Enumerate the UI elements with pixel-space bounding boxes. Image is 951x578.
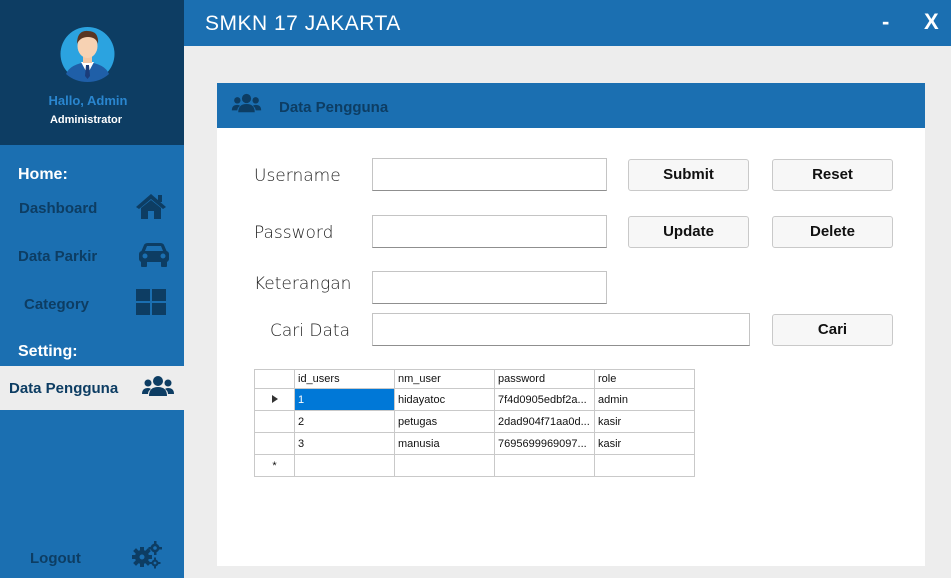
sidebar-item-category[interactable]: Category (0, 282, 184, 326)
table-cell[interactable]: kasir (594, 432, 695, 455)
close-button[interactable]: X (924, 9, 939, 35)
table-cell[interactable]: kasir (594, 410, 695, 433)
sidebar-item-data-pengguna[interactable]: Data Pengguna (0, 366, 184, 410)
table-cell[interactable] (494, 454, 595, 477)
profile-greeting: Hallo, Admin (48, 93, 128, 108)
table-row[interactable]: 2 petugas 2dad904f71aa0d... kasir (254, 410, 695, 433)
users-icon (231, 93, 262, 113)
table-cell[interactable]: hidayatoc (394, 388, 495, 411)
sidebar-item-logout[interactable]: Logout (0, 536, 184, 578)
setting-section-label: Setting: (18, 343, 78, 360)
table-cell[interactable] (594, 454, 695, 477)
table-new-row[interactable]: * (254, 454, 695, 477)
column-header[interactable]: id_users (294, 369, 395, 389)
table-cell[interactable]: 2 (294, 410, 395, 433)
keterangan-label: Keterangan (254, 274, 352, 294)
sidebar-item-label: Dashboard (19, 200, 98, 217)
panel-header: Data Pengguna (217, 83, 925, 128)
sidebar-item-label: Data Parkir (18, 248, 98, 265)
table-cell[interactable]: admin (594, 388, 695, 411)
app-title: SMKN 17 JAKARTA (205, 12, 401, 35)
table-header-row: id_users nm_user password role (254, 369, 695, 389)
sidebar: Hallo, Admin Administrator Home: Dashboa… (0, 0, 184, 578)
table-cell[interactable]: 7f4d0905edbf2a... (494, 388, 595, 411)
title-bar: SMKN 17 JAKARTA - X (184, 0, 951, 46)
row-selector[interactable] (254, 388, 295, 411)
table-cell[interactable]: petugas (394, 410, 495, 433)
column-header[interactable]: password (494, 369, 595, 389)
table-cell[interactable]: 3 (294, 432, 395, 455)
new-row-marker: * (254, 454, 295, 477)
gears-icon (132, 541, 162, 569)
submit-button[interactable]: Submit (628, 159, 749, 191)
password-label: Password (254, 223, 334, 243)
table-row[interactable]: 1 hidayatoc 7f4d0905edbf2a... admin (254, 388, 695, 411)
keterangan-field[interactable] (372, 271, 607, 304)
update-button[interactable]: Update (628, 216, 749, 248)
users-table[interactable]: id_users nm_user password role 1 hidayat… (254, 369, 695, 477)
row-header-corner (254, 369, 295, 389)
main-panel: Data Pengguna Username Password Keterang… (217, 83, 925, 566)
profile-role: Administrator (49, 114, 123, 126)
panel-title: Data Pengguna (279, 99, 389, 116)
search-button[interactable]: Cari (772, 314, 893, 346)
password-field[interactable] (372, 215, 607, 248)
avatar (60, 27, 115, 82)
table-cell[interactable]: 2dad904f71aa0d... (494, 410, 595, 433)
row-selector[interactable] (254, 410, 295, 433)
grid-icon (136, 289, 166, 315)
minimize-button[interactable]: - (882, 9, 889, 35)
username-label: Username (254, 166, 341, 186)
reset-button[interactable]: Reset (772, 159, 893, 191)
table-cell[interactable]: 7695699969097... (494, 432, 595, 455)
table-cell[interactable]: 1 (294, 388, 395, 411)
row-selector[interactable] (254, 432, 295, 455)
table-cell[interactable] (394, 454, 495, 477)
home-icon (136, 194, 166, 219)
home-section-label: Home: (18, 166, 68, 183)
sidebar-item-label: Logout (30, 550, 81, 567)
sidebar-item-dashboard[interactable]: Dashboard (0, 186, 184, 230)
sidebar-item-label: Data Pengguna (9, 380, 119, 397)
username-field[interactable] (372, 158, 607, 191)
users-icon (142, 376, 174, 396)
delete-button[interactable]: Delete (772, 216, 893, 248)
current-row-arrow-icon (271, 394, 278, 403)
search-input[interactable] (372, 313, 750, 346)
cari-data-label: Cari Data (270, 321, 350, 341)
table-cell[interactable] (294, 454, 395, 477)
table-cell[interactable]: manusia (394, 432, 495, 455)
column-header[interactable]: role (594, 369, 695, 389)
sidebar-item-data-parkir[interactable]: Data Parkir (0, 234, 184, 278)
sidebar-item-label: Category (24, 296, 90, 313)
column-header[interactable]: nm_user (394, 369, 495, 389)
table-row[interactable]: 3 manusia 7695699969097... kasir (254, 432, 695, 455)
car-icon (139, 243, 169, 267)
profile-panel: Hallo, Admin Administrator (0, 0, 184, 145)
